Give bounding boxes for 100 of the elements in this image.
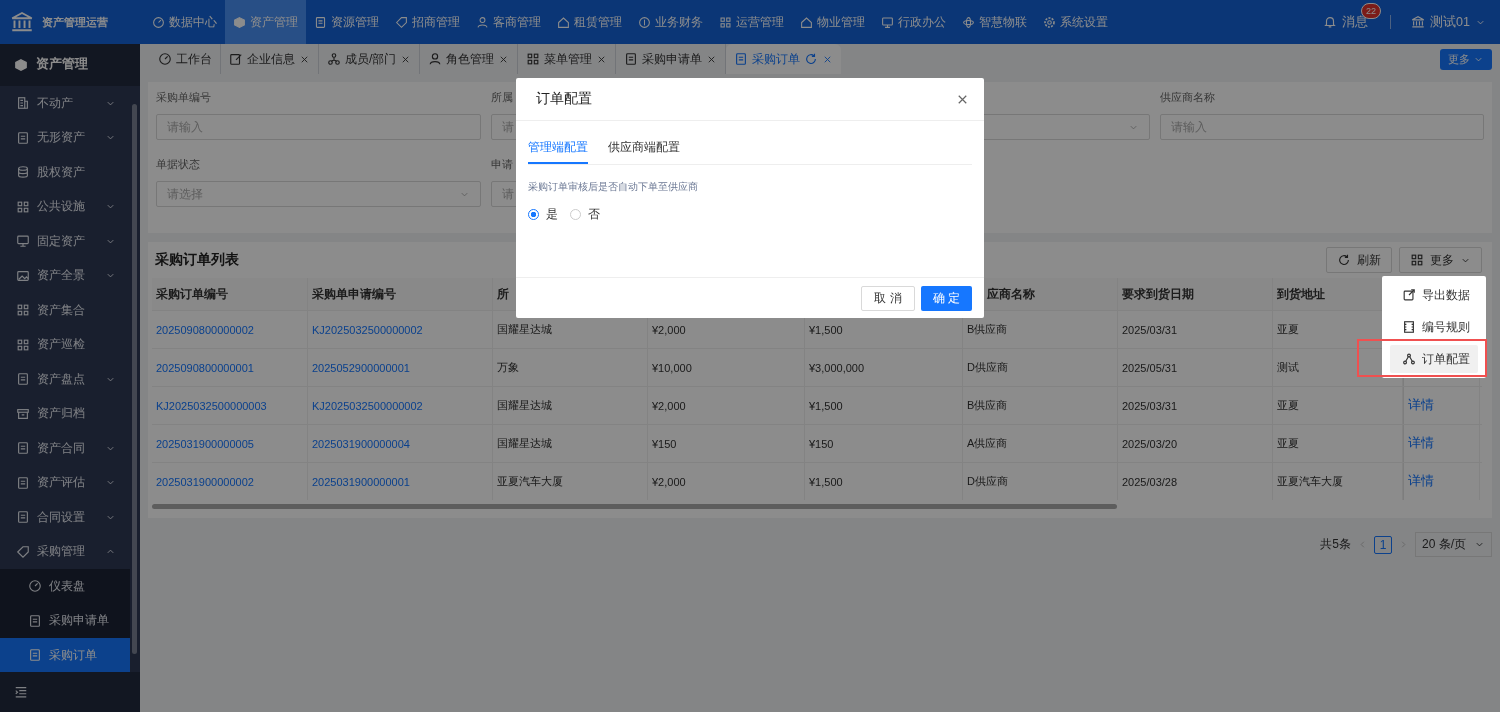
document-icon bbox=[16, 372, 30, 386]
sidebar-item[interactable]: 无形资产 bbox=[0, 120, 130, 155]
table-cell: B供应商 bbox=[967, 322, 1008, 337]
order-link[interactable]: 2025031900000004 bbox=[312, 437, 410, 450]
page-number[interactable]: 1 bbox=[1374, 535, 1392, 554]
sidebar-item[interactable]: 资产集合 bbox=[0, 292, 130, 328]
more-button[interactable]: 更多 bbox=[1399, 247, 1482, 273]
scrollbar-thumb[interactable] bbox=[152, 504, 1117, 509]
building-icon bbox=[16, 96, 30, 110]
document-icon bbox=[16, 475, 30, 490]
table-cell: ¥1,500 bbox=[809, 475, 843, 488]
sidebar-item[interactable]: 资产全景 bbox=[0, 258, 130, 293]
menu-icon bbox=[14, 685, 28, 700]
table-cell: 亚夏 bbox=[1277, 436, 1299, 451]
order-link[interactable]: 2025052900000001 bbox=[312, 361, 410, 374]
grid-icon bbox=[526, 52, 541, 66]
menu-item[interactable]: 订单配置 bbox=[1390, 345, 1478, 373]
document-icon bbox=[734, 52, 749, 66]
refresh-icon bbox=[1337, 253, 1351, 267]
page-tab[interactable]: 企业信息 bbox=[221, 44, 319, 74]
grid-icon bbox=[16, 303, 30, 317]
sidebar-item[interactable]: 公共设施 bbox=[0, 189, 130, 224]
sidebar-item[interactable]: 资产归档 bbox=[0, 396, 130, 431]
top-nav-item[interactable]: 资源管理 bbox=[306, 0, 387, 44]
order-link[interactable]: 2025031900000005 bbox=[156, 437, 254, 450]
page-tab[interactable]: 采购订单 bbox=[726, 44, 842, 74]
table-cell: 国耀星达城 bbox=[497, 322, 552, 337]
details-link[interactable]: 详情 bbox=[1408, 397, 1434, 414]
confirm-button[interactable]: 确 定 bbox=[920, 285, 972, 311]
column-header: 采购单申请编号 bbox=[312, 285, 396, 303]
top-nav-item[interactable]: 系统设置 bbox=[1035, 0, 1116, 44]
column-header: 应商名称 bbox=[987, 285, 1035, 303]
radio-button[interactable] bbox=[528, 209, 539, 220]
order-link[interactable]: KJ2025032500000002 bbox=[312, 323, 423, 336]
top-nav-item[interactable]: 资产管理 bbox=[225, 0, 306, 44]
top-nav-item[interactable]: 招商管理 bbox=[387, 0, 468, 44]
coin-icon bbox=[638, 15, 651, 29]
top-nav-item[interactable]: 行政办公 bbox=[873, 0, 954, 44]
sidebar-item[interactable]: 采购管理 bbox=[0, 534, 130, 569]
refresh-button[interactable]: 刷新 bbox=[1326, 247, 1392, 273]
cancel-button[interactable]: 取 消 bbox=[861, 285, 915, 311]
order-link[interactable]: 2025031900000002 bbox=[156, 475, 254, 488]
sidebar-item[interactable]: 资产合同 bbox=[0, 430, 130, 466]
field-label: 单据状态 bbox=[156, 158, 200, 170]
top-nav-item[interactable]: 物业管理 bbox=[792, 0, 873, 44]
sidebar-item[interactable]: 资产盘点 bbox=[0, 361, 130, 397]
top-nav-item[interactable]: 客商管理 bbox=[468, 0, 549, 44]
table-cell: 亚夏 bbox=[1277, 322, 1299, 337]
details-link[interactable]: 详情 bbox=[1408, 473, 1434, 490]
network-icon bbox=[1402, 352, 1416, 366]
order-link[interactable]: 2025031900000001 bbox=[312, 475, 410, 488]
order-link[interactable]: 2025090800000002 bbox=[156, 323, 254, 336]
sidebar-item[interactable]: 资产评估 bbox=[0, 465, 130, 500]
field-label: 采购单编号 bbox=[156, 91, 211, 103]
sidebar-subitem[interactable]: 采购申请单 bbox=[0, 603, 130, 638]
order-link[interactable]: KJ2025032500000003 bbox=[156, 399, 267, 412]
document-icon bbox=[28, 648, 42, 662]
dialog-tab[interactable]: 管理端配置 bbox=[528, 133, 588, 164]
details-link[interactable]: 详情 bbox=[1408, 435, 1434, 452]
top-nav-item[interactable]: 租赁管理 bbox=[549, 0, 630, 44]
grid-icon bbox=[719, 15, 732, 29]
database-icon bbox=[16, 165, 30, 179]
user-menu[interactable]: 测试01 bbox=[1411, 13, 1486, 31]
page-tab[interactable]: 角色管理 bbox=[420, 44, 519, 74]
sidebar-item[interactable]: 股权资产 bbox=[0, 154, 130, 190]
page-tab[interactable]: 菜单管理 bbox=[518, 44, 617, 74]
order-link[interactable]: 2025090800000001 bbox=[156, 361, 254, 374]
total-count: 共5条 bbox=[1320, 536, 1351, 553]
order-link[interactable]: KJ2025032500000002 bbox=[312, 399, 423, 412]
top-nav-item[interactable]: 业务财务 bbox=[630, 0, 711, 44]
radio-option[interactable]: 否 bbox=[570, 206, 600, 223]
more-tabs-button[interactable]: 更多 bbox=[1440, 48, 1492, 70]
page-tab[interactable]: 成员/部门 bbox=[319, 44, 421, 74]
column-header: 所 bbox=[497, 285, 509, 303]
sidebar-subitem[interactable]: 采购订单 bbox=[0, 637, 130, 673]
field-label: 所属 bbox=[490, 91, 513, 103]
setting-label: 采购订单审核后是否自动下单至供应商 bbox=[528, 180, 699, 194]
table-cell: D供应商 bbox=[967, 360, 1008, 375]
top-nav-item[interactable]: 运营管理 bbox=[711, 0, 792, 44]
document-icon bbox=[16, 441, 30, 455]
menu-item[interactable]: 导出数据 bbox=[1390, 281, 1478, 309]
sidebar-item[interactable]: 合同设置 bbox=[0, 499, 130, 535]
page-size-select[interactable]: 20 条/页 bbox=[1415, 532, 1492, 557]
radio-option[interactable]: 是 bbox=[528, 206, 558, 223]
table-cell: ¥2,000 bbox=[652, 323, 686, 336]
scrollbar[interactable] bbox=[132, 104, 137, 654]
top-nav-item[interactable]: 数据中心 bbox=[144, 0, 225, 44]
top-nav-item[interactable]: 智慧物联 bbox=[954, 0, 1035, 44]
page-tab[interactable]: 工作台 bbox=[150, 44, 221, 74]
sidebar-item[interactable]: 固定资产 bbox=[0, 223, 130, 259]
atom-icon bbox=[962, 15, 975, 29]
menu-item[interactable]: 编号规则 bbox=[1390, 313, 1478, 341]
archive-icon bbox=[16, 406, 30, 421]
document-icon bbox=[28, 613, 42, 628]
sidebar-subitem[interactable]: 仪表盘 bbox=[0, 568, 130, 604]
table-cell: 万象 bbox=[497, 360, 519, 375]
monitor-icon bbox=[16, 234, 30, 248]
sidebar-item[interactable]: 资产巡检 bbox=[0, 327, 130, 362]
dialog-tab[interactable]: 供应商端配置 bbox=[608, 133, 680, 164]
sidebar-item[interactable]: 不动产 bbox=[0, 85, 130, 121]
